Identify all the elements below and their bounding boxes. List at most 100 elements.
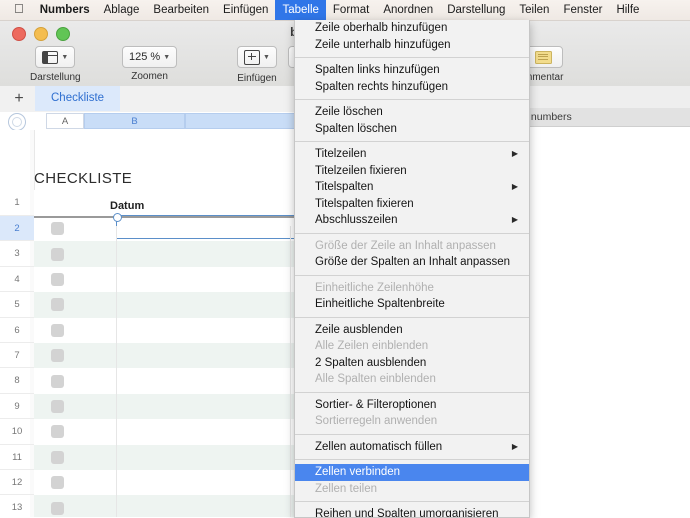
row-header-4[interactable]: 4 <box>0 267 34 293</box>
menu-item-zellen-verbinden[interactable]: Zellen verbinden <box>295 464 529 481</box>
menu-item-label: Einheitliche Zeilenhöhe <box>315 281 434 294</box>
menubar-item-bearbeiten[interactable]: Bearbeiten <box>146 0 216 20</box>
menu-item-größe-der-zeile-an-inhalt-anpassen: Größe der Zeile an Inhalt anpassen <box>295 238 529 255</box>
menu-item-spalten-rechts-hinzufügen[interactable]: Spalten rechts hinzufügen <box>295 79 529 96</box>
chevron-down-icon: ▼ <box>263 53 270 61</box>
menu-item-label: Titelspalten fixieren <box>315 197 414 210</box>
menu-item-label: Größe der Zeile an Inhalt anpassen <box>315 239 496 252</box>
menu-item-titelspalten-fixieren[interactable]: Titelspalten fixieren <box>295 196 529 213</box>
menu-separator <box>295 501 529 502</box>
menu-separator <box>295 57 529 58</box>
menubar-item-fenster[interactable]: Fenster <box>556 0 609 20</box>
menu-item-einheitliche-spaltenbreite[interactable]: Einheitliche Spaltenbreite <box>295 296 529 313</box>
menu-item-zellen-automatisch-füllen[interactable]: Zellen automatisch füllen ▶ <box>295 439 529 456</box>
menubar-item-format[interactable]: Format <box>326 0 376 20</box>
menu-item-abschlusszeilen[interactable]: Abschlusszeilen ▶ <box>295 212 529 229</box>
insert-button[interactable]: ▼ <box>237 46 277 68</box>
view-button[interactable]: ▼ <box>35 46 76 68</box>
row-checkbox[interactable] <box>51 247 64 261</box>
menu-item-label: Alle Spalten einblenden <box>315 373 436 385</box>
insert-toolbar-item[interactable]: ▼ Einfügen <box>237 46 277 84</box>
menu-item-reihen-und-spalten-umorganisieren[interactable]: Reihen und Spalten umorganisieren <box>295 506 529 517</box>
sheet-tab-checkliste[interactable]: Checkliste <box>35 86 121 111</box>
row-header-7[interactable]: 7 <box>0 343 34 369</box>
row-header-2[interactable]: 2 <box>0 216 34 242</box>
menubar-item-einfügen[interactable]: Einfügen <box>216 0 275 20</box>
zoom-toolbar-item[interactable]: 125 % ▼ Zoomen <box>122 46 178 82</box>
menu-item-alle-spalten-einblenden: Alle Spalten einblenden <box>295 371 529 388</box>
menubar-item-numbers[interactable]: Numbers <box>33 0 97 20</box>
row-checkbox[interactable] <box>51 349 64 363</box>
menu-item-2-spalten-ausblenden[interactable]: 2 Spalten ausblenden <box>295 355 529 372</box>
zoom-value: 125 % <box>129 51 161 63</box>
menu-item-zeile-ausblenden[interactable]: Zeile ausblenden <box>295 322 529 339</box>
menu-item-größe-der-spalten-an-inhalt-anpassen[interactable]: Größe der Spalten an Inhalt anpassen <box>295 254 529 271</box>
right-side-panel: .numbers <box>520 86 690 517</box>
comment-button[interactable] <box>524 46 563 68</box>
row-header-8[interactable]: 8 <box>0 368 34 394</box>
row-header-10[interactable]: 10 <box>0 419 34 445</box>
column-header-A[interactable]: A <box>46 113 84 129</box>
menu-item-label: Zeile ausblenden <box>315 323 403 336</box>
menu-item-label: Zeile löschen <box>315 106 383 118</box>
row-checkbox[interactable] <box>51 374 64 388</box>
table-select-handle-icon[interactable] <box>8 113 26 131</box>
column-header-B[interactable]: B <box>84 113 185 129</box>
view-label: Darstellung <box>30 71 81 83</box>
menu-item-alle-zeilen-einblenden: Alle Zeilen einblenden <box>295 338 529 355</box>
menu-item-zeile-unterhalb-hinzufügen[interactable]: Zeile unterhalb hinzufügen <box>295 37 529 54</box>
cell-selection-handle[interactable] <box>113 213 122 222</box>
row-header-9[interactable]: 9 <box>0 394 34 420</box>
menubar-item-ablage[interactable]: Ablage <box>97 0 147 20</box>
apple-logo-icon[interactable]:  <box>0 0 33 20</box>
row-header-1[interactable]: 1 <box>0 190 34 216</box>
row-header-11[interactable]: 11 <box>0 445 34 470</box>
row-checkbox[interactable] <box>51 476 64 490</box>
sheet-title: CHECKLISTE <box>34 170 133 187</box>
add-sheet-plus-icon[interactable]: + <box>10 90 28 108</box>
row-checkbox[interactable] <box>51 501 64 515</box>
column-b-header-datum: Datum <box>110 200 145 212</box>
menubar-item-tabelle[interactable]: Tabelle <box>275 0 326 20</box>
view-toolbar-item[interactable]: ▼ Darstellung <box>30 46 81 83</box>
menu-item-label: Sortierregeln anwenden <box>315 415 438 427</box>
menu-item-sortierregeln-anwenden: Sortierregeln anwenden <box>295 413 529 430</box>
row-checkbox[interactable] <box>51 323 64 337</box>
menu-item-label: Spalten links hinzufügen <box>315 64 440 76</box>
row-checkbox[interactable] <box>51 273 64 286</box>
menu-item-spalten-links-hinzufügen[interactable]: Spalten links hinzufügen <box>295 62 529 79</box>
menubar-item-darstellung[interactable]: Darstellung <box>440 0 512 20</box>
menu-item-label: Alle Zeilen einblenden <box>315 340 429 352</box>
row-checkbox[interactable] <box>51 425 64 439</box>
row-header-6[interactable]: 6 <box>0 318 34 343</box>
menubar-item-anordnen[interactable]: Anordnen <box>376 0 440 20</box>
row-header-12[interactable]: 12 <box>0 470 34 496</box>
row-header-5[interactable]: 5 <box>0 292 34 318</box>
row-checkbox[interactable] <box>51 222 64 236</box>
sticky-note-icon <box>535 50 553 64</box>
row-checkbox[interactable] <box>51 298 64 312</box>
column-separator <box>116 226 117 517</box>
menu-item-label: Titelzeilen <box>315 148 367 160</box>
menu-item-zellen-teilen: Zellen teilen <box>295 481 529 498</box>
menu-item-zeile-löschen[interactable]: Zeile löschen <box>295 104 529 121</box>
chevron-down-icon: ▼ <box>163 53 171 61</box>
menu-item-label: Zeile oberhalb hinzufügen <box>315 22 448 34</box>
row-checkbox[interactable] <box>51 450 64 464</box>
menu-item-titelspalten[interactable]: Titelspalten ▶ <box>295 179 529 196</box>
menu-item-label: Größe der Spalten an Inhalt anpassen <box>315 256 510 268</box>
menubar-item-teilen[interactable]: Teilen <box>512 0 556 20</box>
table-menu-items: Zeile oberhalb hinzufügen Zeile unterhalb… <box>295 20 529 517</box>
row-checkbox[interactable] <box>51 400 64 413</box>
menu-item-zeile-oberhalb-hinzufügen[interactable]: Zeile oberhalb hinzufügen <box>295 20 529 37</box>
menu-item-sortier-filteroptionen[interactable]: Sortier- & Filteroptionen <box>295 397 529 414</box>
menubar-item-hilfe[interactable]: Hilfe <box>609 0 646 20</box>
table-dropdown-menu: Zeile oberhalb hinzufügen Zeile unterhalb… <box>294 20 530 518</box>
row-header-13[interactable]: 13 <box>0 495 34 517</box>
menu-item-titelzeilen[interactable]: Titelzeilen ▶ <box>295 146 529 163</box>
row-header-3[interactable]: 3 <box>0 241 34 267</box>
zoom-button[interactable]: 125 % ▼ <box>122 46 178 68</box>
menu-item-spalten-löschen[interactable]: Spalten löschen <box>295 121 529 138</box>
menu-separator <box>295 274 529 276</box>
menu-item-titelzeilen-fixieren[interactable]: Titelzeilen fixieren <box>295 163 529 180</box>
